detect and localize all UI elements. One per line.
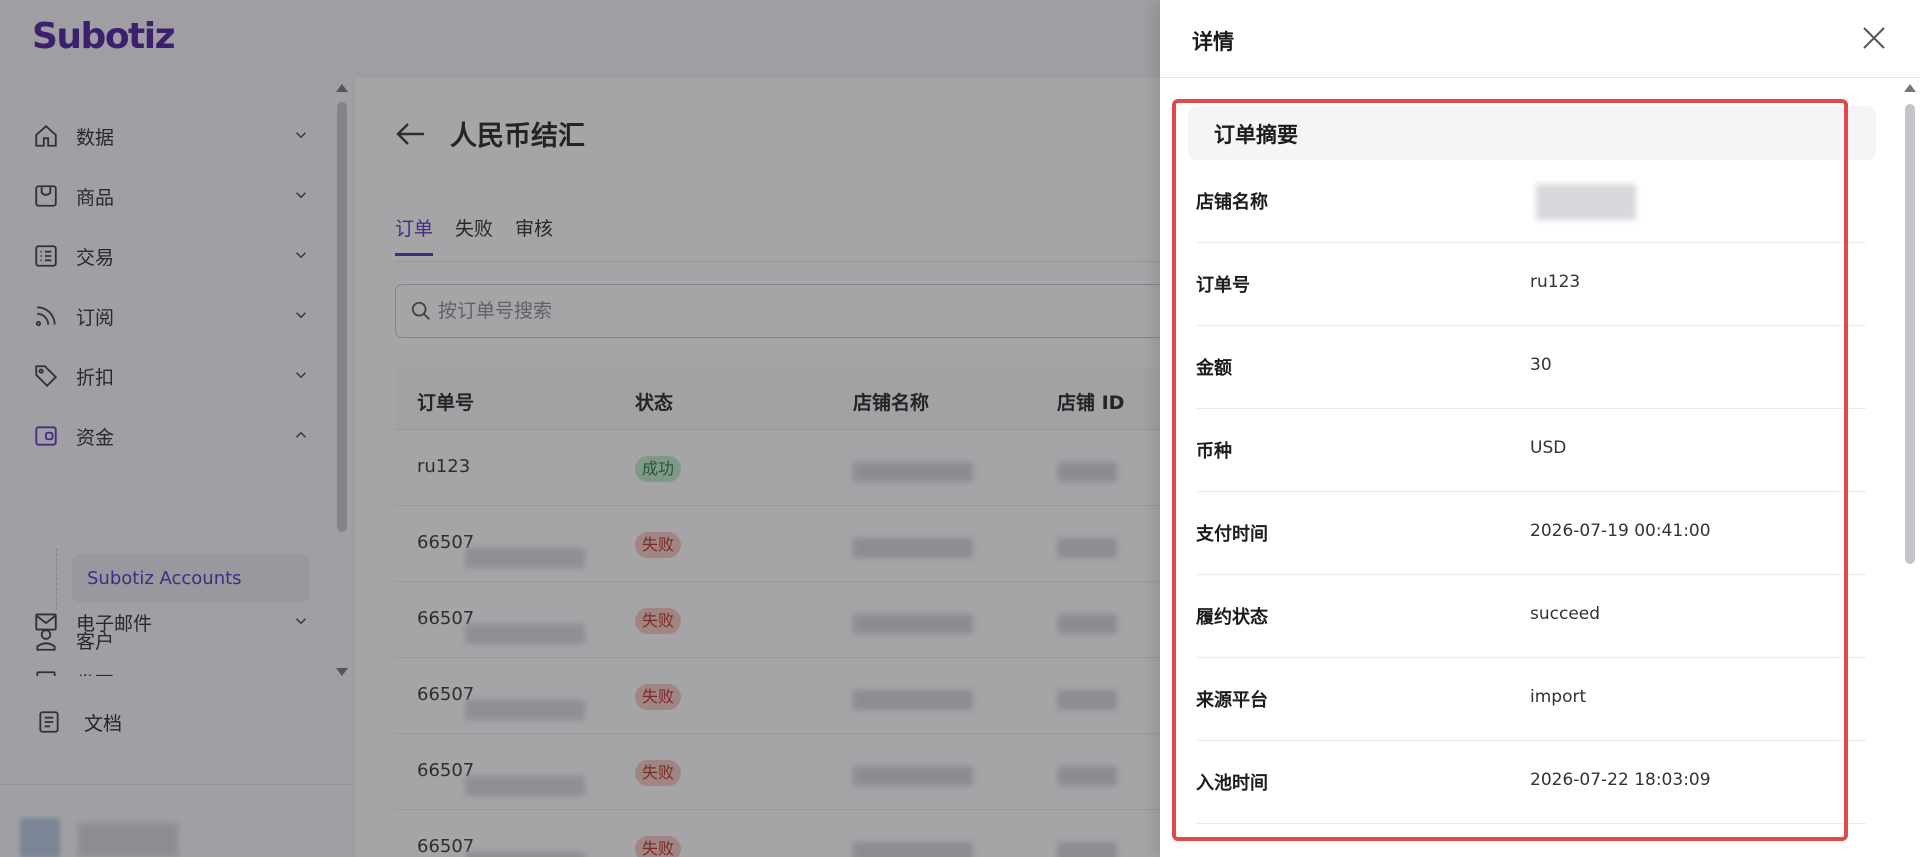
close-icon[interactable]: [1860, 24, 1890, 54]
detail-value: ru123: [1530, 272, 1581, 292]
details-drawer: 详情 订单摘要 店铺名称 订单号 ru123 金额 30 币种 USD 支付时间…: [1160, 0, 1920, 857]
detail-value: 2026-07-22 18:03:09: [1530, 770, 1711, 790]
section-header: 订单摘要: [1188, 106, 1876, 160]
detail-key: 币种: [1196, 441, 1232, 462]
detail-key: 店铺名称: [1196, 192, 1268, 213]
drawer-title: 详情: [1192, 30, 1234, 54]
detail-key: 金额: [1196, 358, 1232, 379]
section-title: 订单摘要: [1214, 123, 1298, 147]
detail-value: 30: [1530, 355, 1552, 375]
detail-row-currency: 币种 USD: [1196, 409, 1866, 492]
detail-row-source-platform: 来源平台 import: [1196, 658, 1866, 741]
store-name-redacted: [1536, 184, 1636, 220]
detail-key: 订单号: [1196, 275, 1250, 296]
detail-key: 来源平台: [1196, 690, 1268, 711]
detail-key: 履约状态: [1196, 607, 1268, 628]
detail-key: 入池时间: [1196, 773, 1268, 794]
detail-row-fulfillment-status: 履约状态 succeed: [1196, 575, 1866, 658]
drawer-header: 详情: [1160, 0, 1920, 78]
detail-value: import: [1530, 687, 1587, 707]
scroll-up-arrow[interactable]: [1904, 84, 1916, 92]
drawer-scrollbar[interactable]: [1902, 80, 1918, 857]
detail-row-paid-time: 支付时间 2026-07-19 00:41:00: [1196, 492, 1866, 575]
detail-row-amount: 金额 30: [1196, 326, 1866, 409]
detail-value: succeed: [1530, 604, 1601, 624]
scrollbar-thumb[interactable]: [1905, 104, 1915, 564]
detail-value: USD: [1530, 438, 1567, 458]
detail-row-pool-time: 入池时间 2026-07-22 18:03:09: [1196, 741, 1866, 824]
detail-key: 支付时间: [1196, 524, 1268, 545]
detail-row-order-id: 订单号 ru123: [1196, 243, 1866, 326]
detail-row-store-name: 店铺名称: [1196, 160, 1866, 243]
detail-value: 2026-07-19 00:41:00: [1530, 521, 1711, 541]
modal-backdrop[interactable]: [0, 0, 1160, 857]
